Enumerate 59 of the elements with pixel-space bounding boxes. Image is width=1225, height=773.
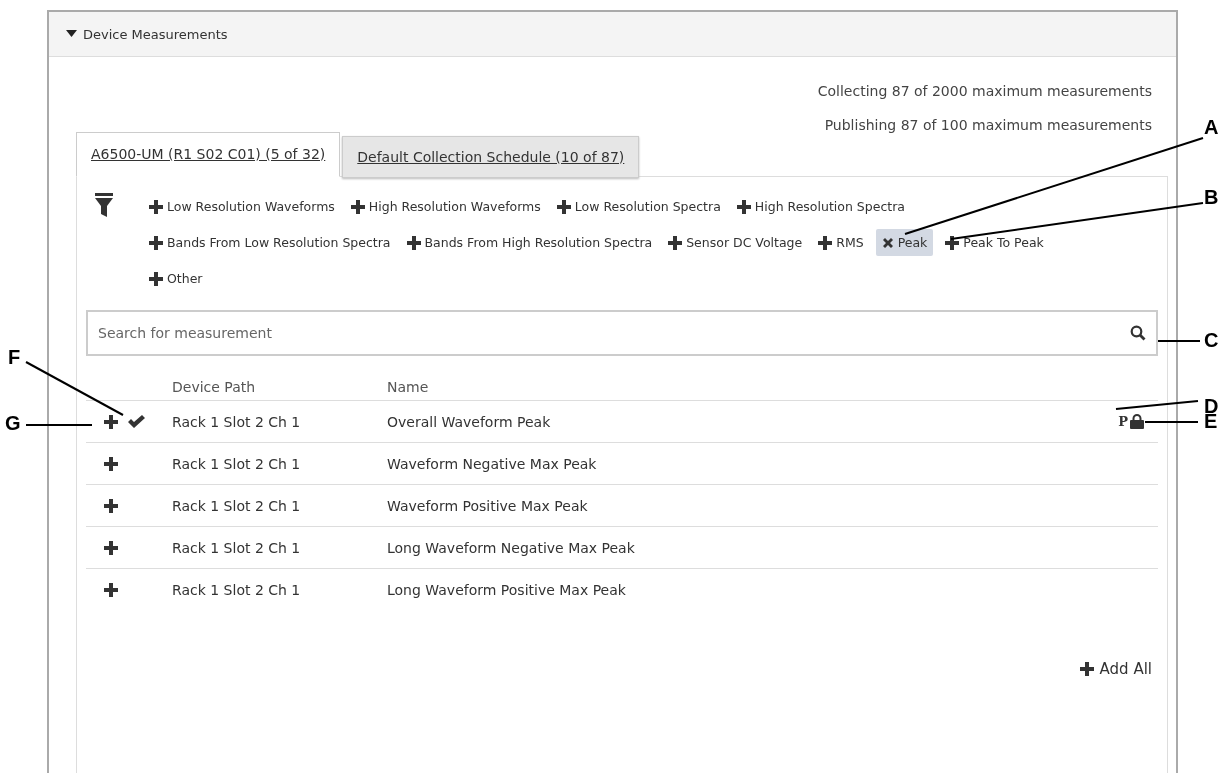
plus-icon[interactable] — [818, 235, 833, 250]
filter-chip[interactable]: RMS — [814, 229, 868, 256]
plus-icon[interactable] — [104, 498, 118, 513]
table-cell-text: Rack 1 Slot 2 Ch 1 — [172, 497, 302, 514]
search-icon[interactable] — [1130, 325, 1146, 341]
search-field[interactable]: Search for measurement — [86, 310, 1158, 356]
column-header: Device Path — [172, 379, 257, 395]
plus-icon[interactable] — [149, 235, 163, 250]
plus-icon[interactable] — [149, 199, 163, 214]
leader-line — [25, 424, 93, 426]
filter-chip[interactable]: High Resolution Waveforms — [346, 193, 545, 220]
callout-label: C — [1204, 329, 1219, 352]
table-cell-text: Overall Waveform Peak — [387, 413, 552, 430]
summary-text: Collecting 87 of 2000 maximum measurements — [817, 83, 1152, 99]
table-cell-text: Rack 1 Slot 2 Ch 1 — [172, 581, 302, 598]
plus-icon[interactable] — [406, 235, 421, 250]
add-all-button[interactable]: Add All — [1077, 658, 1154, 680]
plus-icon[interactable] — [104, 540, 118, 555]
callout-label: F — [8, 346, 21, 369]
callout-label: G — [5, 412, 21, 435]
plus-icon[interactable] — [104, 414, 118, 429]
tab[interactable]: A6500-UM (R1 S02 C01) (5 of 32) — [76, 132, 341, 177]
plus-icon[interactable] — [945, 235, 960, 250]
filter-chip[interactable]: Other — [145, 265, 207, 292]
filter-icon[interactable] — [95, 193, 113, 217]
table-cell-text: Long Waveform Negative Max Peak — [387, 539, 636, 556]
leader-line — [1157, 340, 1201, 342]
published-marker: P — [1118, 414, 1128, 429]
plus-icon[interactable] — [104, 456, 118, 471]
table-cell-text: Waveform Negative Max Peak — [387, 455, 598, 472]
callout-label: B — [1204, 186, 1219, 209]
close-icon[interactable] — [881, 236, 894, 249]
filter-chip[interactable]: Peak To Peak — [941, 229, 1048, 256]
summary-text: Publishing 87 of 100 maximum measurements — [824, 117, 1152, 133]
table-cell-text: Rack 1 Slot 2 Ch 1 — [172, 455, 302, 472]
plus-icon[interactable] — [149, 271, 163, 286]
table-cell-text: Waveform Positive Max Peak — [387, 497, 589, 514]
leader-line — [1144, 421, 1199, 423]
callout-label: A — [1204, 116, 1219, 139]
column-header: Name — [387, 379, 430, 395]
table-cell-text: Rack 1 Slot 2 Ch 1 — [172, 413, 302, 430]
plus-icon[interactable] — [556, 199, 571, 214]
filter-chip[interactable]: Low Resolution Spectra — [552, 193, 725, 220]
plus-icon[interactable] — [104, 582, 118, 597]
plus-icon[interactable] — [736, 199, 751, 214]
filter-chip[interactable]: Sensor DC Voltage — [664, 229, 807, 256]
filter-chip[interactable]: Bands From High Resolution Spectra — [402, 229, 657, 256]
tab[interactable]: Default Collection Schedule (10 of 87) — [342, 136, 640, 178]
section-title[interactable]: Device Measurements — [83, 26, 228, 42]
filter-chip[interactable]: Peak — [875, 229, 934, 256]
caret-down-icon[interactable] — [66, 30, 77, 38]
plus-icon[interactable] — [1079, 662, 1094, 676]
plus-icon[interactable] — [668, 235, 683, 250]
plus-icon[interactable] — [350, 199, 365, 214]
table-cell-text: Long Waveform Positive Max Peak — [387, 581, 627, 598]
filter-chip[interactable]: High Resolution Spectra — [732, 193, 909, 220]
table-cell-text: Rack 1 Slot 2 Ch 1 — [172, 539, 302, 556]
filter-chip[interactable]: Low Resolution Waveforms — [145, 193, 339, 220]
filter-chip[interactable]: Bands From Low Resolution Spectra — [145, 229, 395, 256]
